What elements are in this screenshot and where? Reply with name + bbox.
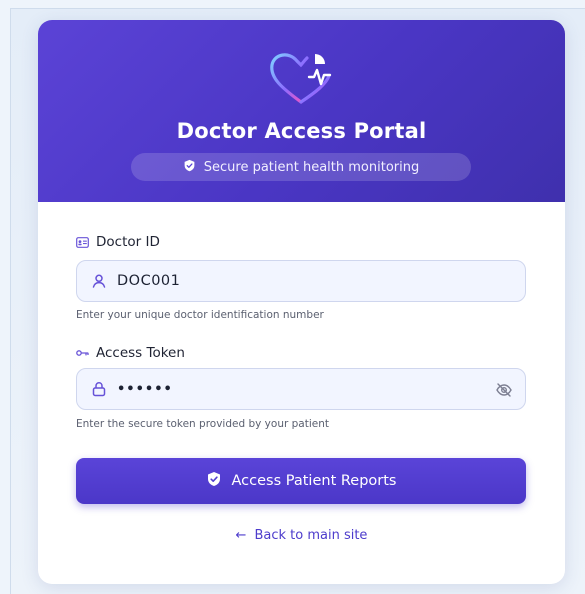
key-icon <box>76 349 89 357</box>
id-card-icon <box>76 236 89 248</box>
access-reports-button[interactable]: Access Patient Reports <box>76 458 526 504</box>
access-token-label-text: Access Token <box>96 345 185 361</box>
lock-icon <box>91 381 107 397</box>
access-token-field[interactable] <box>76 368 526 410</box>
access-token-label: Access Token <box>76 345 185 361</box>
doctor-id-field[interactable] <box>76 260 526 302</box>
heart-pulse-icon <box>260 46 342 108</box>
login-card: Doctor Access Portal Secure patient heal… <box>38 20 565 584</box>
access-token-input[interactable] <box>117 381 457 397</box>
page-title: Doctor Access Portal <box>176 119 427 143</box>
arrow-left-icon: ← <box>235 528 247 543</box>
doctor-id-input[interactable] <box>117 273 457 289</box>
subtitle-badge: Secure patient health monitoring <box>131 153 471 181</box>
doctor-id-help: Enter your unique doctor identification … <box>76 309 324 321</box>
card-header: Doctor Access Portal Secure patient heal… <box>38 20 565 202</box>
doctor-id-label: Doctor ID <box>76 234 160 250</box>
shield-icon <box>206 471 222 491</box>
eye-off-icon[interactable] <box>495 381 513 399</box>
access-reports-button-label: Access Patient Reports <box>231 473 397 489</box>
user-icon <box>91 273 107 289</box>
subtitle-text: Secure patient health monitoring <box>203 159 420 175</box>
shield-icon <box>183 159 196 176</box>
doctor-id-label-text: Doctor ID <box>96 234 160 250</box>
back-link-label: Back to main site <box>254 528 368 543</box>
back-to-main-link[interactable]: ← Back to main site <box>38 528 565 543</box>
access-token-help: Enter the secure token provided by your … <box>76 418 329 430</box>
